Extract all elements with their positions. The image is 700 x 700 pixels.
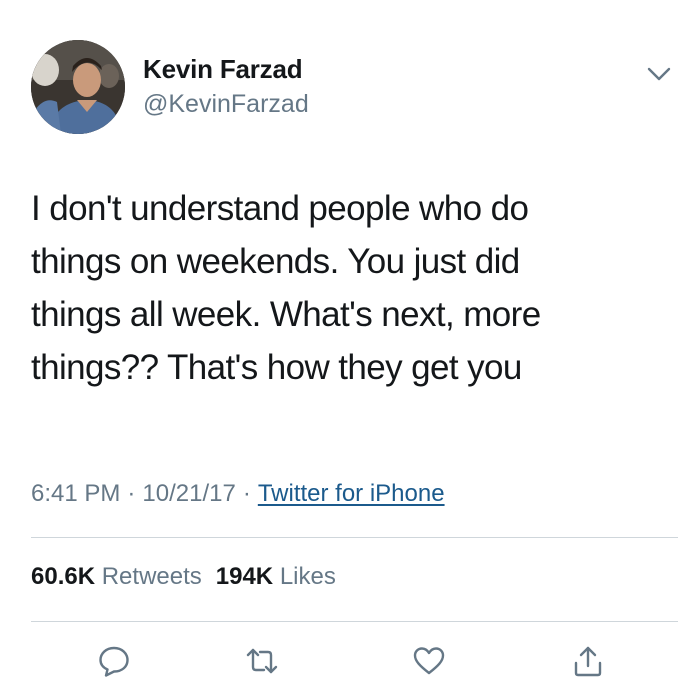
retweets-count: 60.6K <box>31 563 96 590</box>
tweet-source-link[interactable]: Twitter for iPhone <box>258 480 445 507</box>
likes-stat[interactable]: 194K Likes <box>216 563 336 590</box>
likes-count: 194K <box>215 563 274 590</box>
meta-separator: · <box>242 480 251 507</box>
tweet-text: I don't understand people who do things … <box>31 189 541 387</box>
likes-label: Likes <box>279 563 336 590</box>
divider <box>31 537 678 538</box>
retweets-label: Retweets <box>101 563 202 590</box>
tweet-meta: 6:41 PM · 10/21/17 · Twitter for iPhone <box>31 480 445 508</box>
retweet-icon[interactable] <box>245 644 279 678</box>
like-icon[interactable] <box>412 644 446 678</box>
tweet-date: 10/21/17 <box>142 480 236 507</box>
avatar-photo <box>31 40 125 134</box>
author-display-name[interactable]: Kevin Farzad <box>143 54 303 85</box>
chevron-down-icon[interactable] <box>646 64 672 84</box>
share-icon[interactable] <box>571 644 605 678</box>
meta-separator: · <box>127 480 136 507</box>
reply-icon[interactable] <box>97 644 131 678</box>
tweet-card: Kevin Farzad @KevinFarzad I don't unders… <box>0 0 700 700</box>
avatar[interactable] <box>31 40 125 134</box>
retweets-stat[interactable]: 60.6K Retweets <box>31 563 202 590</box>
divider <box>31 621 678 622</box>
tweet-stats: 60.6K Retweets 194K Likes <box>31 563 336 591</box>
author-handle[interactable]: @KevinFarzad <box>143 90 309 119</box>
tweet-time: 6:41 PM <box>31 480 121 507</box>
